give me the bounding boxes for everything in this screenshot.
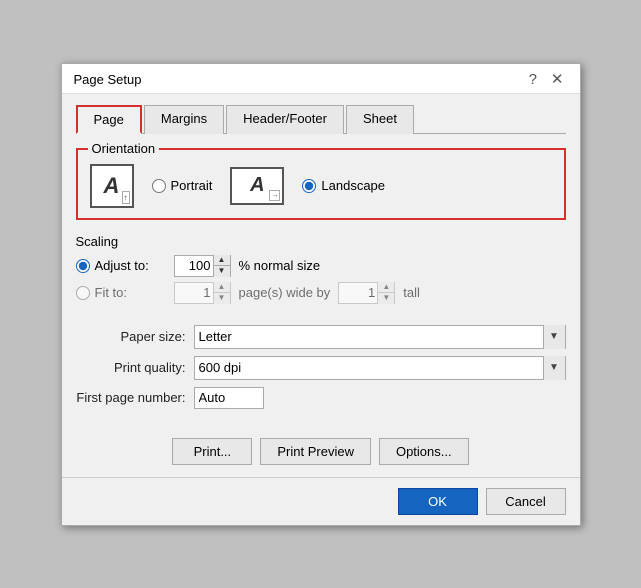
fit-tall-suffix: tall xyxy=(403,285,420,300)
fit-pages-suffix: page(s) wide by xyxy=(239,285,331,300)
adjust-spinner[interactable]: ▲ ▼ xyxy=(174,255,231,277)
print-quality-value: 600 dpi xyxy=(199,360,543,375)
fit-tall-spin-btns: ▲ ▼ xyxy=(377,282,394,304)
fit-pages-input[interactable] xyxy=(175,283,213,303)
tab-margins[interactable]: Margins xyxy=(144,105,224,134)
fit-pages-up-btn[interactable]: ▲ xyxy=(214,282,230,293)
fit-row: Fit to: ▲ ▼ page(s) wide by ▲ ▼ xyxy=(76,282,566,304)
print-quality-arrow[interactable]: ▼ xyxy=(543,356,565,380)
dialog-footer: Print... Print Preview Options... OK Can… xyxy=(62,430,580,525)
first-page-label: First page number: xyxy=(76,390,186,405)
dialog-title: Page Setup xyxy=(74,72,142,87)
fit-tall-up-btn[interactable]: ▲ xyxy=(378,282,394,293)
orientation-section: Orientation A ↑ Portrait A → L xyxy=(76,148,566,220)
fit-pages-down-btn[interactable]: ▼ xyxy=(214,293,230,304)
adjust-radio-label[interactable]: Adjust to: xyxy=(76,258,166,273)
tab-header-footer[interactable]: Header/Footer xyxy=(226,105,344,134)
adjust-down-btn[interactable]: ▼ xyxy=(214,266,230,277)
landscape-label: Landscape xyxy=(321,178,385,193)
cancel-button[interactable]: Cancel xyxy=(486,488,566,515)
paper-size-section: Paper size: Letter ▼ Print quality: 600 … xyxy=(76,325,566,416)
portrait-radio-label[interactable]: Portrait xyxy=(152,178,213,193)
fit-tall-spinner[interactable]: ▲ ▼ xyxy=(338,282,395,304)
adjust-up-btn[interactable]: ▲ xyxy=(214,255,230,266)
adjust-value-input[interactable] xyxy=(175,256,213,276)
paper-size-combo[interactable]: Letter ▼ xyxy=(194,325,566,349)
landscape-radio[interactable] xyxy=(302,179,316,193)
adjust-suffix: % normal size xyxy=(239,258,321,273)
portrait-radio[interactable] xyxy=(152,179,166,193)
close-button[interactable]: ✕ xyxy=(547,72,568,87)
paper-size-value: Letter xyxy=(199,329,543,344)
landscape-icon: A → xyxy=(230,167,284,205)
adjust-label: Adjust to: xyxy=(95,258,149,273)
tab-bar: Page Margins Header/Footer Sheet xyxy=(76,104,566,134)
paper-size-row: Paper size: Letter ▼ xyxy=(76,325,566,349)
tab-page[interactable]: Page xyxy=(76,105,142,134)
orientation-row: A ↑ Portrait A → Landscape xyxy=(90,164,552,208)
fit-pages-spin-btns: ▲ ▼ xyxy=(213,282,230,304)
title-bar: Page Setup ? ✕ xyxy=(62,64,580,94)
landscape-radio-label[interactable]: Landscape xyxy=(302,178,385,193)
print-button[interactable]: Print... xyxy=(172,438,252,465)
adjust-spin-btns: ▲ ▼ xyxy=(213,255,230,277)
print-quality-combo[interactable]: 600 dpi ▼ xyxy=(194,356,566,380)
dialog-body: Page Margins Header/Footer Sheet Orienta… xyxy=(62,94,580,430)
paper-size-label: Paper size: xyxy=(76,329,186,344)
bottom-buttons: OK Cancel xyxy=(62,477,580,525)
orientation-legend: Orientation xyxy=(88,141,160,156)
title-bar-controls: ? ✕ xyxy=(525,72,568,87)
portrait-label: Portrait xyxy=(171,178,213,193)
paper-size-arrow[interactable]: ▼ xyxy=(543,325,565,349)
middle-buttons: Print... Print Preview Options... xyxy=(62,438,580,465)
fit-radio-label[interactable]: Fit to: xyxy=(76,285,166,300)
first-page-row: First page number: xyxy=(76,387,566,409)
fit-tall-down-btn[interactable]: ▼ xyxy=(378,293,394,304)
print-quality-label: Print quality: xyxy=(76,360,186,375)
fit-tall-input[interactable] xyxy=(339,283,377,303)
fit-pages-spinner[interactable]: ▲ ▼ xyxy=(174,282,231,304)
page-setup-dialog: Page Setup ? ✕ Page Margins Header/Foote… xyxy=(61,63,581,526)
adjust-row: Adjust to: ▲ ▼ % normal size xyxy=(76,255,566,277)
fit-radio[interactable] xyxy=(76,286,90,300)
scaling-label: Scaling xyxy=(76,234,566,249)
portrait-icon: A ↑ xyxy=(90,164,134,208)
scaling-section: Scaling Adjust to: ▲ ▼ % normal size xyxy=(76,234,566,309)
tab-sheet[interactable]: Sheet xyxy=(346,105,414,134)
ok-button[interactable]: OK xyxy=(398,488,478,515)
print-preview-button[interactable]: Print Preview xyxy=(260,438,371,465)
fit-label: Fit to: xyxy=(95,285,128,300)
print-quality-row: Print quality: 600 dpi ▼ xyxy=(76,356,566,380)
first-page-input[interactable] xyxy=(194,387,264,409)
adjust-radio[interactable] xyxy=(76,259,90,273)
help-button[interactable]: ? xyxy=(525,72,541,87)
options-button[interactable]: Options... xyxy=(379,438,469,465)
